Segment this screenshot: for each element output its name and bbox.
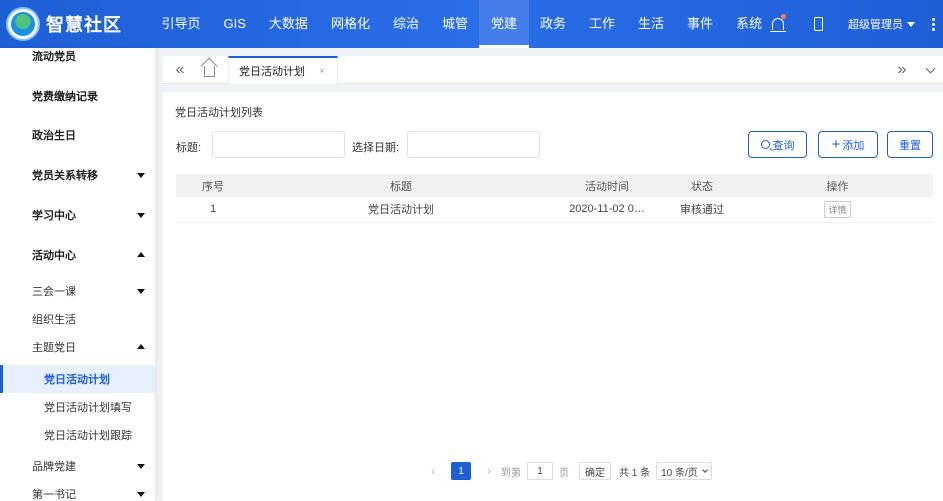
tab-bar: « 党日活动计划 × » [163, 56, 943, 84]
date-filter-label: 选择日期: [352, 142, 400, 154]
sidebar-item-learning-center[interactable]: 学习中心 [0, 195, 155, 235]
sidebar-item-party-day-plan[interactable]: 党日活动计划 [0, 365, 155, 393]
nav-comprehensive[interactable]: 综治 [381, 0, 430, 48]
tab-label: 党日活动计划 [239, 66, 305, 78]
caret-down-icon [907, 21, 915, 27]
mobile-icon [813, 17, 823, 31]
nav-guide[interactable]: 引导页 [150, 0, 212, 48]
nav-government[interactable]: 政务 [529, 0, 578, 48]
plus-icon: + [831, 136, 841, 153]
sidebar-item-org-life[interactable]: 组织生活 [0, 305, 155, 333]
top-navbar: 智慧社区 引导页 GIS 大数据 网格化 综治 城管 党建 政务 工作 生活 事… [0, 0, 943, 48]
sidebar-item-theme-party-day[interactable]: 主题党日 [0, 333, 155, 361]
user-menu[interactable]: 超级管理员 [838, 0, 923, 48]
cell-index: 1 [176, 197, 250, 223]
pagination: ‹ 1 › 到第 1 页 确定 共 1 条 10 条/页 [425, 462, 712, 480]
nav-city-management[interactable]: 城管 [430, 0, 479, 48]
logo[interactable]: 智慧社区 [0, 7, 150, 41]
title-filter-label: 标题: [176, 142, 202, 154]
sidebar-item-brand-party[interactable]: 品牌党建 [0, 452, 155, 480]
chevron-up-icon [137, 344, 145, 349]
bell-icon [770, 18, 786, 32]
scroll-tabs-right-button[interactable]: » [889, 56, 915, 84]
user-name: 超级管理员 [848, 19, 903, 31]
total-count: 共 1 条 [619, 467, 651, 479]
chevron-down-icon [137, 173, 145, 178]
chevron-down-icon [925, 63, 935, 73]
cell-title: 党日活动计划 [250, 197, 552, 223]
close-icon[interactable]: × [319, 66, 325, 77]
chevron-down-icon [137, 213, 145, 218]
mobile-button[interactable] [798, 0, 838, 48]
notification-dot [781, 14, 786, 19]
chevron-down-icon [701, 466, 708, 473]
sidebar-item-plan-fill[interactable]: 党日活动计划填写 [0, 393, 155, 421]
col-index: 序号 [176, 174, 250, 197]
reset-button[interactable]: 重置 [887, 131, 933, 158]
sidebar-item-floating-members[interactable]: 流动党员 [0, 48, 155, 76]
cell-time: 2020-11-02 0… [552, 197, 662, 223]
main-nav: 引导页 GIS 大数据 网格化 综治 城管 党建 政务 工作 生活 事件 系统 [150, 0, 774, 48]
col-time: 活动时间 [552, 174, 662, 197]
double-chevron-right-icon: » [897, 61, 907, 78]
nav-work[interactable]: 工作 [578, 0, 627, 48]
nav-big-data[interactable]: 大数据 [257, 0, 319, 48]
next-page-icon[interactable]: › [481, 464, 497, 478]
app-title: 智慧社区 [46, 15, 122, 35]
double-chevron-left-icon: « [175, 61, 185, 78]
goto-label: 到第 [501, 467, 521, 479]
chevron-down-icon [137, 464, 145, 469]
notification-button[interactable] [758, 0, 798, 48]
table-header-row: 序号 标题 活动时间 状态 操作 [176, 174, 933, 197]
sidebar-item-three-meetings[interactable]: 三会一课 [0, 277, 155, 305]
nav-grid[interactable]: 网格化 [319, 0, 381, 48]
sidebar-item-dues-records[interactable]: 党费缴纳记录 [0, 76, 155, 116]
nav-life[interactable]: 生活 [627, 0, 676, 48]
date-filter-input[interactable] [407, 131, 540, 158]
page-unit-label: 页 [559, 467, 569, 479]
tab-party-day-plan[interactable]: 党日活动计划 × [228, 56, 338, 84]
sidebar-item-activity-center[interactable]: 活动中心 [0, 235, 155, 275]
more-menu-icon[interactable] [923, 0, 943, 48]
scroll-tabs-left-button[interactable]: « [167, 56, 193, 84]
goto-confirm-button[interactable]: 确定 [579, 462, 611, 480]
col-title: 标题 [250, 174, 552, 197]
panel-title: 党日活动计划列表 [175, 107, 263, 119]
sidebar-item-plan-track[interactable]: 党日活动计划跟踪 [0, 421, 155, 449]
prev-page-icon[interactable]: ‹ [425, 464, 441, 478]
home-tab-button[interactable] [196, 56, 222, 84]
nav-events[interactable]: 事件 [676, 0, 725, 48]
cell-actions: 详情 [742, 197, 933, 223]
home-icon [203, 66, 215, 77]
goto-page-input[interactable]: 1 [527, 462, 553, 480]
tab-options-button[interactable] [917, 56, 943, 84]
col-status: 状态 [662, 174, 742, 197]
sidebar-item-membership-transfer[interactable]: 党员关系转移 [0, 155, 155, 195]
chevron-up-icon [137, 252, 145, 257]
add-button[interactable]: + 添加 [818, 131, 878, 158]
cell-status: 审核通过 [662, 197, 742, 223]
chevron-down-icon [137, 492, 145, 497]
table-row[interactable]: 1 党日活动计划 2020-11-02 0… 审核通过 详情 [176, 197, 933, 223]
logo-emblem-icon [6, 7, 40, 41]
plan-table: 序号 标题 活动时间 状态 操作 1 党日活动计划 2020-11-02 0… … [176, 174, 933, 223]
page-size-select[interactable]: 10 条/页 [656, 462, 712, 480]
col-actions: 操作 [742, 174, 933, 197]
sidebar-item-political-birthday[interactable]: 政治生日 [0, 115, 155, 155]
chevron-down-icon [137, 289, 145, 294]
sidebar-item-first-secretary[interactable]: 第一书记 [0, 480, 155, 501]
nav-party-building[interactable]: 党建 [479, 0, 529, 48]
main-panel: 党日活动计划列表 标题: 选择日期: 查询 + 添加 重置 序号 标题 活动时间… [163, 92, 943, 501]
search-button[interactable]: 查询 [748, 131, 807, 158]
page-number-current[interactable]: 1 [451, 462, 471, 480]
detail-button[interactable]: 详情 [824, 200, 851, 218]
sidebar: 流动党员 党费缴纳记录 政治生日 党员关系转移 学习中心 活动中心 三会一课 组… [0, 48, 155, 501]
title-filter-input[interactable] [212, 131, 345, 158]
search-icon [760, 140, 770, 149]
nav-gis[interactable]: GIS [212, 0, 257, 48]
